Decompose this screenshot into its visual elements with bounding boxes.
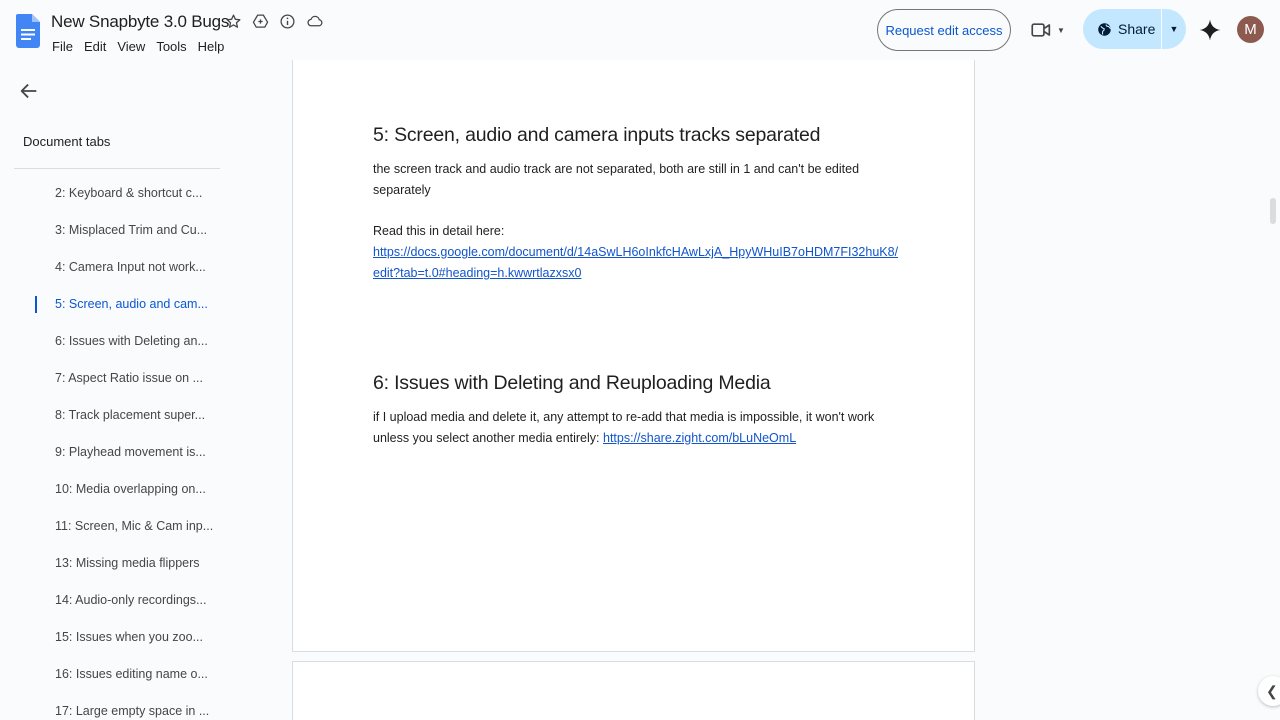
tab-item[interactable]: 15: Issues when you zoo... <box>0 618 230 655</box>
tab-item[interactable]: 13: Missing media flippers <box>0 544 230 581</box>
menu-help[interactable]: Help <box>198 39 225 54</box>
tab-item[interactable]: 7: Aspect Ratio issue on ... <box>0 359 230 396</box>
tab-item[interactable]: 16: Issues editing name o... <box>0 655 230 692</box>
chevron-down-icon: ▼ <box>1169 24 1179 34</box>
menu-view[interactable]: View <box>117 39 145 54</box>
docs-logo-icon[interactable] <box>16 14 40 48</box>
tab-item[interactable]: 8: Track placement super... <box>0 396 230 433</box>
document-tab-list: 2: Keyboard & shortcut c... 3: Misplaced… <box>0 174 230 720</box>
app-header: New Snapbyte 3.0 Bugs File Edit View Too… <box>0 0 1280 60</box>
tab-item-active[interactable]: 5: Screen, audio and cam... <box>0 285 230 322</box>
meet-button[interactable]: ▼ <box>1026 16 1070 44</box>
tab-item[interactable]: 17: Large empty space in ... <box>0 692 230 720</box>
menu-edit[interactable]: Edit <box>84 39 106 54</box>
info-icon[interactable] <box>278 12 297 31</box>
tab-item[interactable]: 10: Media overlapping on... <box>0 470 230 507</box>
tab-item[interactable]: 4: Camera Input not work... <box>0 248 230 285</box>
detail-label: Read this in detail here: <box>373 224 505 238</box>
tab-item[interactable]: 2: Keyboard & shortcut c... <box>0 174 230 211</box>
cloud-status-icon[interactable] <box>305 12 324 31</box>
share-label: Share <box>1118 21 1156 37</box>
document-title[interactable]: New Snapbyte 3.0 Bugs <box>51 12 229 32</box>
chevron-down-icon: ▼ <box>1057 25 1065 35</box>
star-icon[interactable] <box>224 12 243 31</box>
document-tabs-heading: Document tabs <box>23 134 111 149</box>
share-link[interactable]: https://share.zight.com/bLuNeOmL <box>603 431 796 445</box>
share-button-group: Share ▼ <box>1083 9 1186 49</box>
back-arrow-icon[interactable] <box>18 80 40 102</box>
document-page-next[interactable] <box>292 661 975 720</box>
section-heading: 6: Issues with Deleting and Reuploading … <box>373 372 771 394</box>
menu-bar: File Edit View Tools Help <box>52 39 235 54</box>
share-button[interactable]: Share <box>1083 21 1161 37</box>
menu-tools[interactable]: Tools <box>156 39 186 54</box>
chevron-left-icon: ❮ <box>1266 682 1278 699</box>
video-camera-icon <box>1031 23 1051 37</box>
tab-item[interactable]: 11: Screen, Mic & Cam inp... <box>0 507 230 544</box>
tab-item[interactable]: 6: Issues with Deleting an... <box>0 322 230 359</box>
section-body: the screen track and audio track are not… <box>373 162 860 197</box>
tab-item[interactable]: 3: Misplaced Trim and Cu... <box>0 211 230 248</box>
avatar[interactable]: M <box>1237 16 1264 43</box>
side-panel-toggle[interactable]: ❮ <box>1258 676 1280 706</box>
globe-icon <box>1098 22 1112 36</box>
document-link[interactable]: https://docs.google.com/document/d/14aSw… <box>373 245 898 280</box>
move-to-drive-icon[interactable] <box>251 12 270 31</box>
divider <box>14 168 220 169</box>
section-body: if I upload media and delete it, any att… <box>373 407 903 449</box>
tab-item[interactable]: 14: Audio-only recordings... <box>0 581 230 618</box>
document-page[interactable]: 5: Screen, audio and camera inputs track… <box>292 60 975 652</box>
request-edit-access-button[interactable]: Request edit access <box>877 9 1011 51</box>
share-options-button[interactable]: ▼ <box>1162 24 1186 34</box>
menu-file[interactable]: File <box>52 39 73 54</box>
gemini-icon[interactable] <box>1198 18 1222 42</box>
tab-item[interactable]: 9: Playhead movement is... <box>0 433 230 470</box>
scrollbar-thumb[interactable] <box>1270 198 1276 224</box>
section-heading: 5: Screen, audio and camera inputs track… <box>373 124 821 146</box>
